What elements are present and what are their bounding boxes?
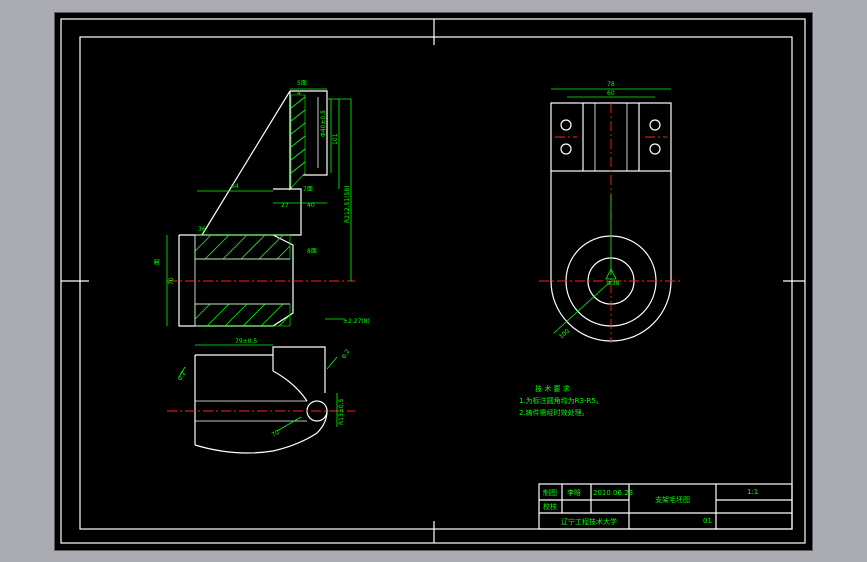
- dim-bottom-len: 79±0.5: [235, 338, 257, 345]
- dim-width-1: 27: [281, 202, 289, 209]
- sheet-no: 01: [703, 517, 712, 525]
- checked-label: 校核: [543, 502, 557, 511]
- dim-vert-2: 101: [332, 133, 339, 145]
- tech-requirements: 技 术 要 求 1.为标注圆角均为R3-R5。 2.铸件需经时效处理。: [519, 384, 603, 417]
- cad-viewport[interactable]: 5面 4 Φ40±0.5 101 R212.51(58) 7面 27 40 8面…: [54, 12, 813, 551]
- tech-req-item-2: 2.铸件需经时效处理。: [519, 408, 589, 417]
- dim-angle-r: 0.2: [341, 348, 352, 360]
- dim-top-left-a: 5面: [297, 80, 307, 87]
- drawn-by: 李晗: [567, 488, 581, 497]
- part-name: 支架毛坯图: [655, 495, 690, 504]
- drawing-date: 2010.06.23: [593, 489, 633, 497]
- dim-width-2: 40: [307, 202, 315, 209]
- dim-top-left-b: 4: [297, 90, 301, 97]
- front-view: 5面 4 Φ40±0.5 101 R212.51(58) 7面 27 40 8面…: [154, 80, 370, 327]
- dim-right-dia: Φ38: [607, 280, 620, 287]
- dim-dia-left: 70: [168, 277, 175, 285]
- dim-face-3: 面: [154, 259, 161, 265]
- inner-border: [79, 36, 793, 530]
- dim-tol-note: ±2.27(8): [343, 318, 370, 325]
- dim-right-w1: 78: [607, 81, 615, 88]
- dim-diag-2: 70: [271, 429, 281, 439]
- school: 辽宁工程技术大学: [561, 517, 617, 526]
- drawn-label: 制图: [543, 488, 557, 497]
- dim-angle-l: 0.2: [177, 370, 188, 382]
- dim-face-1: 7面: [303, 186, 313, 193]
- tech-req-item-1: 1.为标注圆角均为R3-R5。: [519, 396, 603, 405]
- dim-face-2: 8面: [307, 248, 317, 255]
- dim-right-w2: 60: [607, 90, 615, 97]
- top-view: 79±0.5 0.2 0.2 R13±0.5 70: [167, 338, 355, 454]
- scale: 1:1: [747, 488, 758, 496]
- title-block: 制图 李晗 2010.06.23 支架毛坯图 1:1 校核 辽宁工程技术大学 0…: [538, 483, 793, 530]
- side-view: 78 60 Φ38 100: [539, 81, 683, 343]
- dim-taper: 36: [198, 226, 206, 233]
- dim-vert-4: R13±0.5: [338, 398, 345, 425]
- dim-right-diag: 100: [558, 328, 571, 341]
- dim-diag: 64: [231, 183, 239, 190]
- tech-req-title: 技 术 要 求: [535, 384, 570, 393]
- drawing-canvas: 5面 4 Φ40±0.5 101 R212.51(58) 7面 27 40 8面…: [60, 18, 806, 544]
- dim-vert-1: Φ40±0.5: [320, 110, 327, 137]
- dim-vert-3: R212.51(58): [344, 186, 351, 223]
